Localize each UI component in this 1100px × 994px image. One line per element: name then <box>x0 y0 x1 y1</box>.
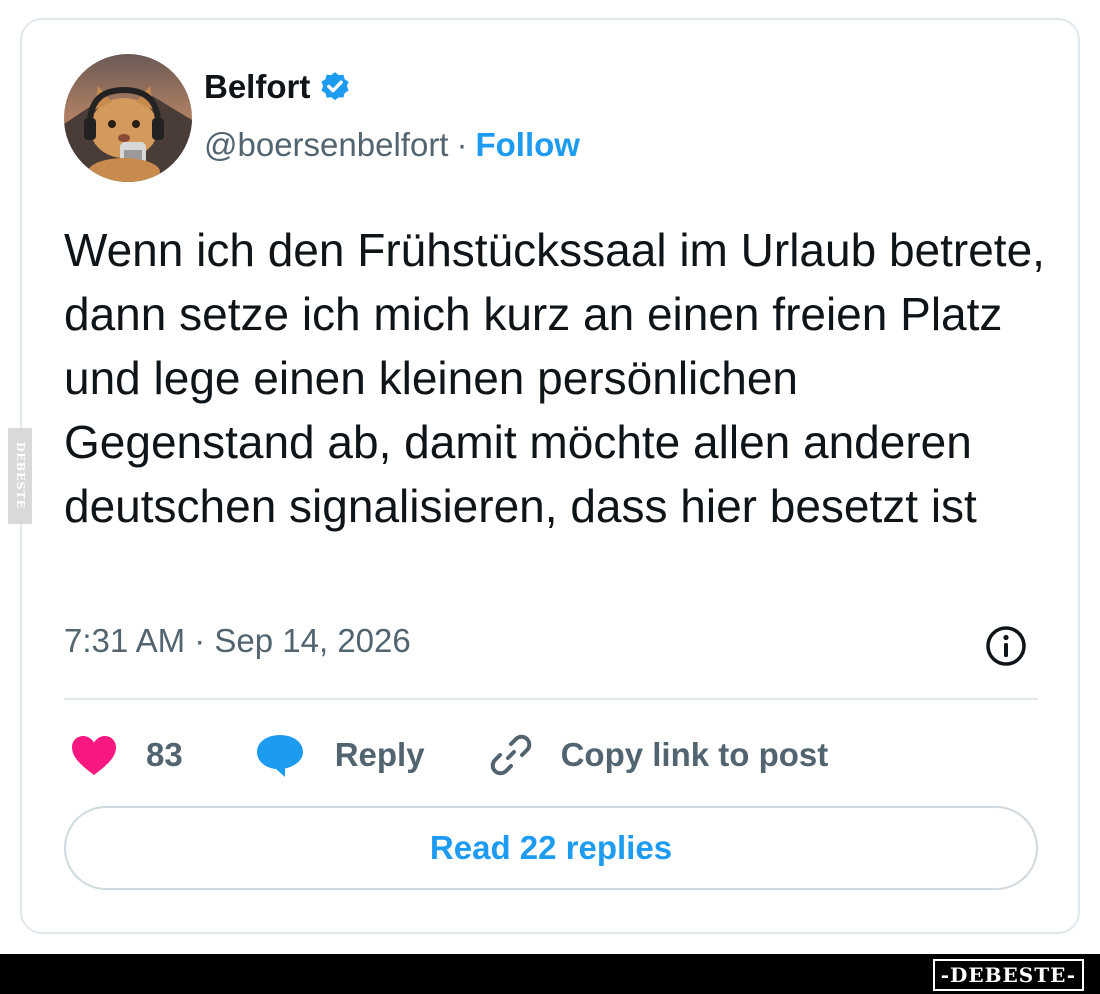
separator-dot: · <box>456 126 468 163</box>
display-name[interactable]: Belfort <box>204 68 310 106</box>
speech-bubble-icon <box>256 735 303 777</box>
link-icon <box>490 734 531 776</box>
avatar-cat-image <box>64 54 192 182</box>
copy-link-button[interactable]: Copy link to post <box>487 731 829 779</box>
read-replies-button[interactable]: Read 22 replies <box>64 806 1038 890</box>
like-button[interactable]: 83 <box>70 733 183 777</box>
avatar[interactable] <box>64 54 192 182</box>
tweet-card: Belfort @boersenbelfort · Follow Wenn ic… <box>20 18 1080 934</box>
tweet-text: Wenn ich den Frühstückssaal im Urlaub be… <box>64 224 1045 532</box>
info-icon[interactable] <box>984 624 1028 668</box>
verified-badge-icon <box>321 72 349 101</box>
bottom-banner: -DEBESTE- <box>0 954 1100 994</box>
reply-label: Reply <box>334 736 425 773</box>
brand-watermark: -DEBESTE- <box>932 959 1084 991</box>
like-count: 83 <box>146 736 183 773</box>
heart-icon <box>72 736 116 775</box>
display-name-row: Belfort <box>204 68 352 106</box>
handle-row: @boersenbelfort · Follow <box>204 126 580 164</box>
reply-button[interactable]: Reply <box>255 731 425 779</box>
tweet-timestamp[interactable]: 7:31 AM · Sep 14, 2026 <box>64 622 411 660</box>
side-watermark: DEBESTE <box>8 428 32 524</box>
copy-link-label: Copy link to post <box>560 736 829 773</box>
action-bar: 83 Reply Copy link to post <box>70 730 828 780</box>
user-handle[interactable]: @boersenbelfort <box>204 126 448 164</box>
divider <box>64 698 1038 700</box>
follow-button[interactable]: Follow <box>475 126 579 164</box>
